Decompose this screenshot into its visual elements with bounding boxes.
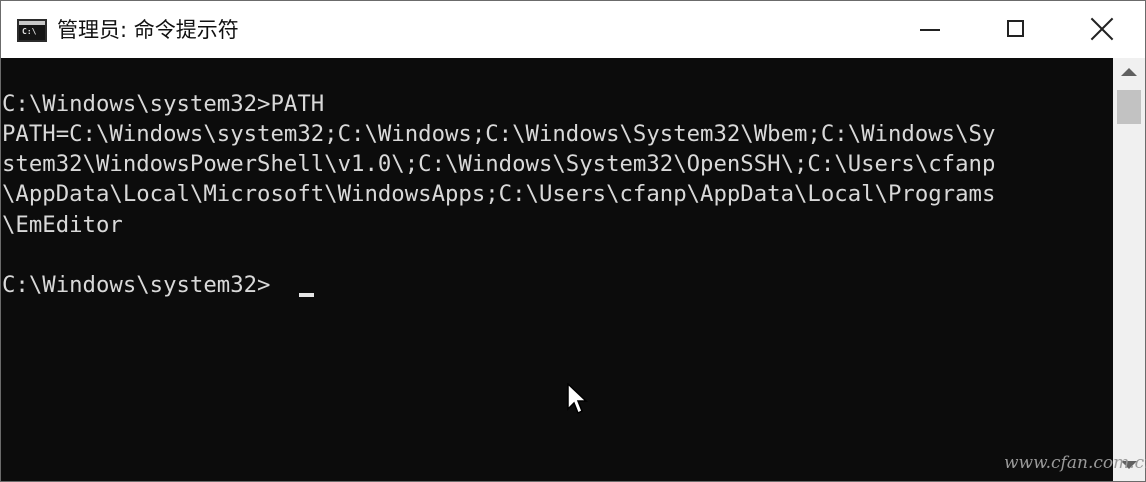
console-line: \EmEditor xyxy=(2,212,123,238)
console-line: C:\Windows\system32>PATH xyxy=(2,91,325,117)
close-icon xyxy=(1089,16,1115,42)
scroll-up-icon[interactable] xyxy=(1121,68,1137,76)
console-line: \AppData\Local\Microsoft\WindowsApps;C:\… xyxy=(2,181,996,207)
console-line: PATH=C:\Windows\system32;C:\Windows;C:\W… xyxy=(2,121,996,147)
maximize-button[interactable] xyxy=(973,1,1059,58)
window-title: 管理员: 命令提示符 xyxy=(57,18,239,42)
command-prompt-window: C:\ 管理员: 命令提示符 C:\Windows\system32>PATH … xyxy=(0,0,1146,482)
close-button[interactable] xyxy=(1059,1,1145,58)
scrollbar-thumb[interactable] xyxy=(1117,90,1141,124)
text-cursor xyxy=(299,293,314,297)
cmd-app-icon[interactable]: C:\ xyxy=(17,19,47,42)
vertical-scrollbar[interactable] xyxy=(1113,58,1145,481)
console-line: stem32\WindowsPowerShell\v1.0\;C:\Window… xyxy=(2,151,996,177)
minimize-icon xyxy=(920,29,940,31)
maximize-icon xyxy=(1007,20,1024,37)
watermark: www.cfan.com.cn xyxy=(1004,453,1146,473)
mouse-pointer-icon xyxy=(567,383,588,415)
console-output[interactable]: C:\Windows\system32>PATH PATH=C:\Windows… xyxy=(1,58,1113,481)
console-prompt: C:\Windows\system32> xyxy=(2,272,271,298)
title-bar[interactable]: C:\ 管理员: 命令提示符 xyxy=(1,1,1145,58)
cmd-icon-glyph: C:\ xyxy=(22,27,37,36)
minimize-button[interactable] xyxy=(887,1,973,58)
